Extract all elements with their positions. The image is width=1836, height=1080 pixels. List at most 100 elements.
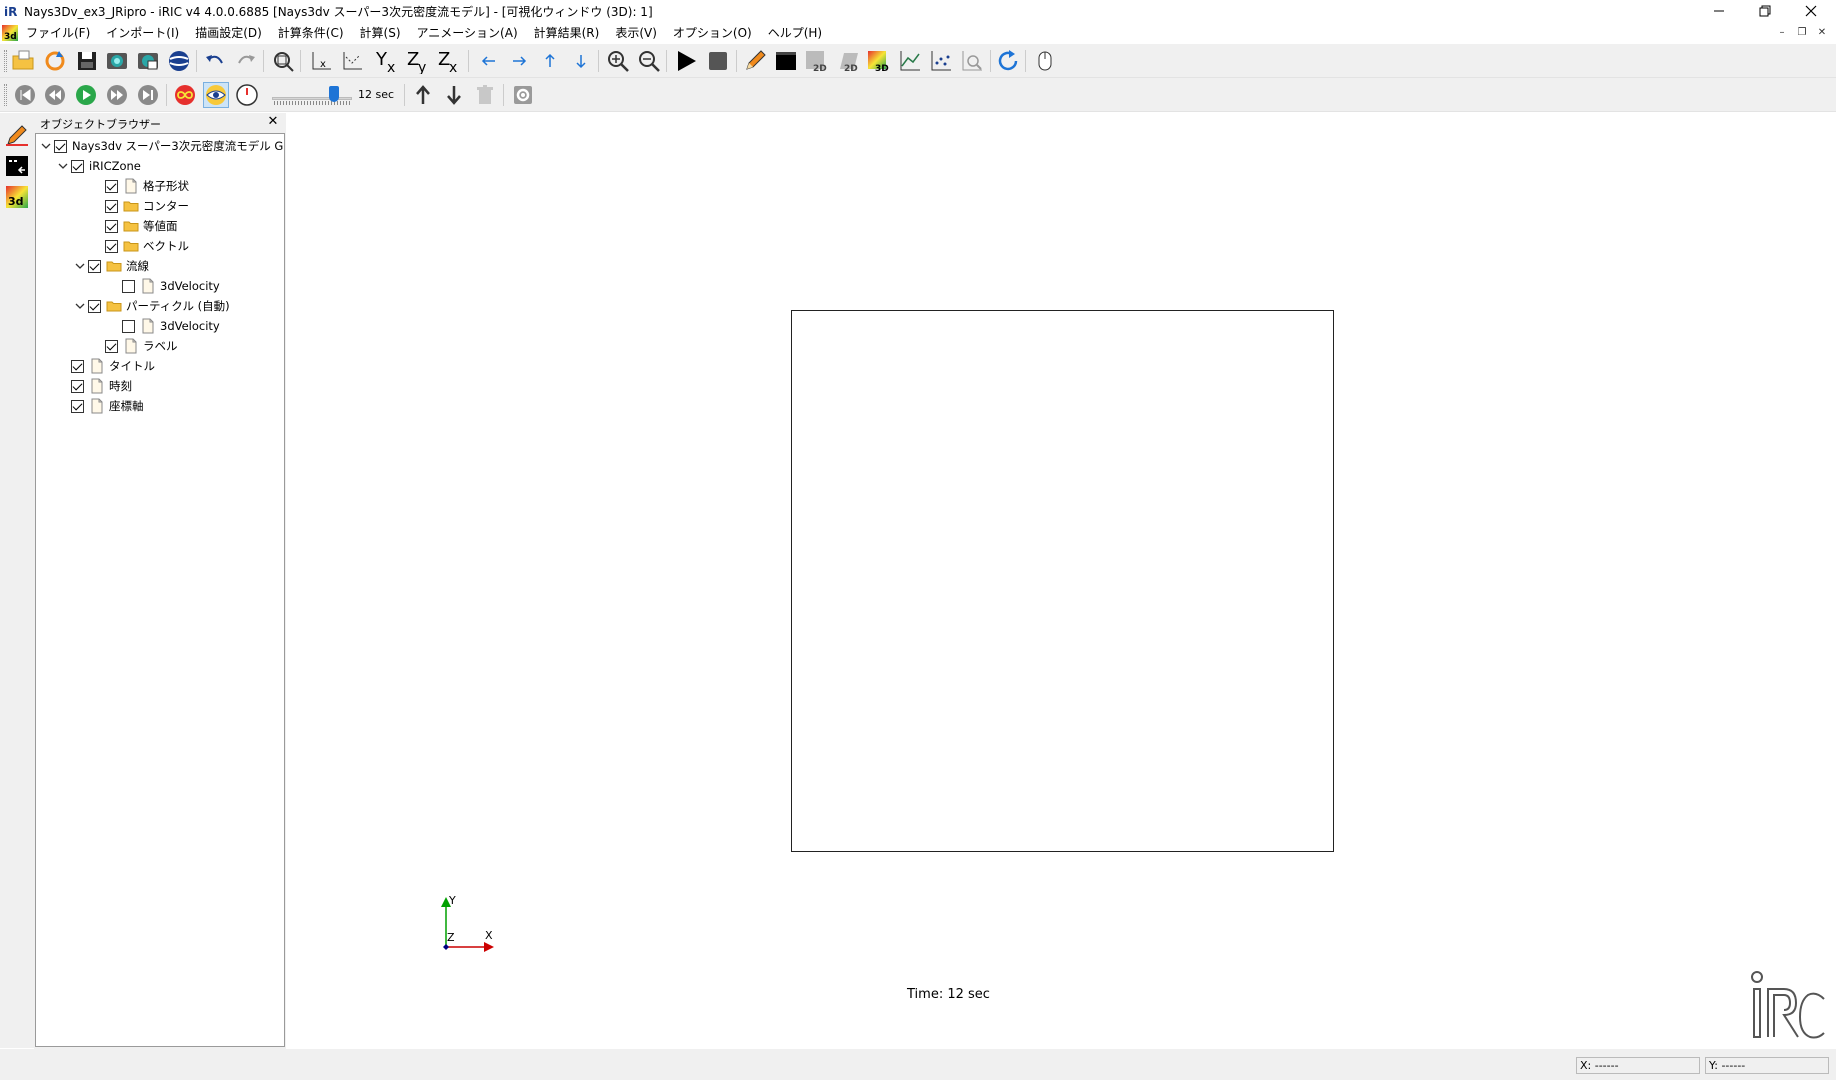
menu-item[interactable]: ファイル(F) — [18, 22, 98, 44]
tree-expand-chevron-icon[interactable] — [72, 256, 88, 276]
menu-item[interactable]: オプション(O) — [665, 22, 760, 44]
menu-item[interactable]: 計算結果(R) — [526, 22, 608, 44]
pre-processor-button[interactable] — [742, 48, 768, 74]
3d-visualization-dock-button[interactable]: 3d — [5, 185, 29, 209]
tree-item[interactable]: 座標軸 — [55, 396, 144, 416]
menu-item[interactable]: アニメーション(A) — [409, 22, 526, 44]
tree-item-checkbox[interactable] — [88, 259, 101, 273]
step-interval-button[interactable] — [234, 82, 260, 108]
graph-window-button[interactable] — [897, 48, 923, 74]
restore-button[interactable] — [1742, 0, 1788, 22]
tree-item-checkbox[interactable] — [88, 299, 101, 313]
chart-zoom-button[interactable] — [959, 48, 985, 74]
tree-item[interactable]: タイトル — [55, 356, 155, 376]
move-down-button[interactable] — [568, 48, 594, 74]
tree-item[interactable]: ラベル — [89, 336, 178, 356]
save-button[interactable] — [74, 48, 100, 74]
zoom-out-button[interactable] — [636, 48, 662, 74]
view-axis-scale-button[interactable] — [339, 48, 365, 74]
menu-item[interactable]: インポート(I) — [98, 22, 187, 44]
object-browser-close-button[interactable]: ✕ — [266, 115, 280, 129]
mdi-restore-button[interactable]: ❐ — [1794, 26, 1810, 40]
last-step-button[interactable] — [135, 82, 161, 108]
tree-item-checkbox[interactable] — [54, 139, 67, 153]
tree-item-checkbox[interactable] — [122, 319, 135, 333]
move-right-button[interactable] — [506, 48, 532, 74]
tree-item-checkbox[interactable] — [71, 379, 84, 393]
delete-object-button[interactable] — [472, 82, 498, 108]
tree-item[interactable]: Nays3dv スーパー3次元密度流モデル Gr... — [38, 136, 284, 156]
tree-item-checkbox[interactable] — [105, 219, 118, 233]
tree-expand-chevron-icon[interactable] — [72, 296, 88, 316]
move-left-button[interactable] — [476, 48, 502, 74]
play-animation-button[interactable] — [73, 82, 99, 108]
tree-item-checkbox[interactable] — [122, 279, 135, 293]
tree-item[interactable]: 格子形状 — [89, 176, 189, 196]
mdi-close-button[interactable]: ✕ — [1814, 26, 1830, 40]
fit-view-button[interactable] — [270, 48, 296, 74]
tree-item[interactable]: 時刻 — [55, 376, 132, 396]
move-up-button[interactable] — [537, 48, 563, 74]
tree-item-checkbox[interactable] — [71, 399, 84, 413]
step-forward-button[interactable] — [104, 82, 130, 108]
pre-processor-dock-button[interactable] — [5, 123, 29, 147]
continuous-snapshot-button[interactable] — [135, 48, 161, 74]
menu-item[interactable]: 計算条件(C) — [270, 22, 352, 44]
close-button[interactable] — [1788, 0, 1834, 22]
tree-item-checkbox[interactable] — [71, 159, 84, 173]
tree-item[interactable]: パーティクル (自動) — [72, 296, 230, 316]
tree-expand-chevron-icon[interactable] — [38, 136, 54, 156]
follow-last-button[interactable] — [203, 82, 229, 108]
new-2d-bird-window-button[interactable]: 2D — [835, 48, 861, 74]
menu-item[interactable]: 描画設定(D) — [187, 22, 270, 44]
object-settings-button[interactable] — [510, 82, 536, 108]
mouse-hint-button[interactable] — [1032, 48, 1058, 74]
run-button[interactable] — [673, 48, 699, 74]
redo-button[interactable] — [233, 48, 259, 74]
solver-console-dock-button[interactable] — [5, 154, 29, 178]
stop-button[interactable] — [705, 48, 731, 74]
tree-item[interactable]: iRICZone — [55, 156, 141, 176]
snapshot-button[interactable] — [104, 48, 130, 74]
tree-item-checkbox[interactable] — [105, 179, 118, 193]
scatter-graph-button[interactable] — [928, 48, 954, 74]
new-3d-window-button[interactable]: 3D — [866, 48, 892, 74]
tree-item-checkbox[interactable] — [105, 339, 118, 353]
minimize-button[interactable] — [1696, 0, 1742, 22]
menu-item[interactable]: 計算(S) — [352, 22, 409, 44]
tree-item-checkbox[interactable] — [105, 199, 118, 213]
view-from-z-y-button[interactable]: Zy — [406, 48, 432, 74]
open-project-button[interactable] — [10, 48, 36, 74]
slider-thumb[interactable] — [329, 86, 340, 102]
tree-expand-chevron-icon[interactable] — [55, 156, 71, 176]
time-step-slider[interactable] — [272, 86, 352, 106]
first-step-button[interactable] — [12, 82, 38, 108]
view-from-y-x-button[interactable]: Yx — [375, 48, 401, 74]
toolbar-grip[interactable] — [4, 50, 7, 72]
undo-button[interactable] — [202, 48, 228, 74]
view-from-z-x-button[interactable]: Zx — [437, 48, 463, 74]
tree-item[interactable]: 等値面 — [89, 216, 178, 236]
menu-item[interactable]: 表示(V) — [607, 22, 665, 44]
step-back-button[interactable] — [42, 82, 68, 108]
mdi-minimize-button[interactable]: – — [1774, 26, 1790, 40]
reset-rotation-button[interactable] — [996, 48, 1022, 74]
tree-item[interactable]: ベクトル — [89, 236, 189, 256]
reload-button[interactable] — [42, 48, 68, 74]
toolbar-grip[interactable] — [4, 84, 7, 106]
tree-item-checkbox[interactable] — [105, 239, 118, 253]
tree-item[interactable]: コンター — [89, 196, 189, 216]
tree-item[interactable]: 3dVelocity — [106, 316, 220, 336]
loop-button[interactable] — [172, 82, 198, 108]
solver-console-button[interactable] — [773, 48, 799, 74]
tree-item[interactable]: 3dVelocity — [106, 276, 220, 296]
view-axis-x-button[interactable]: x — [308, 48, 334, 74]
menu-item[interactable]: ヘルプ(H) — [760, 22, 830, 44]
zoom-in-button[interactable] — [605, 48, 631, 74]
google-earth-button[interactable] — [166, 48, 192, 74]
visualization-3d-view[interactable]: Y Z X Time: 12 sec — [288, 113, 1836, 1048]
tree-item[interactable]: 流線 — [72, 256, 149, 276]
new-2d-window-button[interactable]: 2D — [804, 48, 830, 74]
move-object-up-button[interactable] — [410, 82, 436, 108]
move-object-down-button[interactable] — [441, 82, 467, 108]
